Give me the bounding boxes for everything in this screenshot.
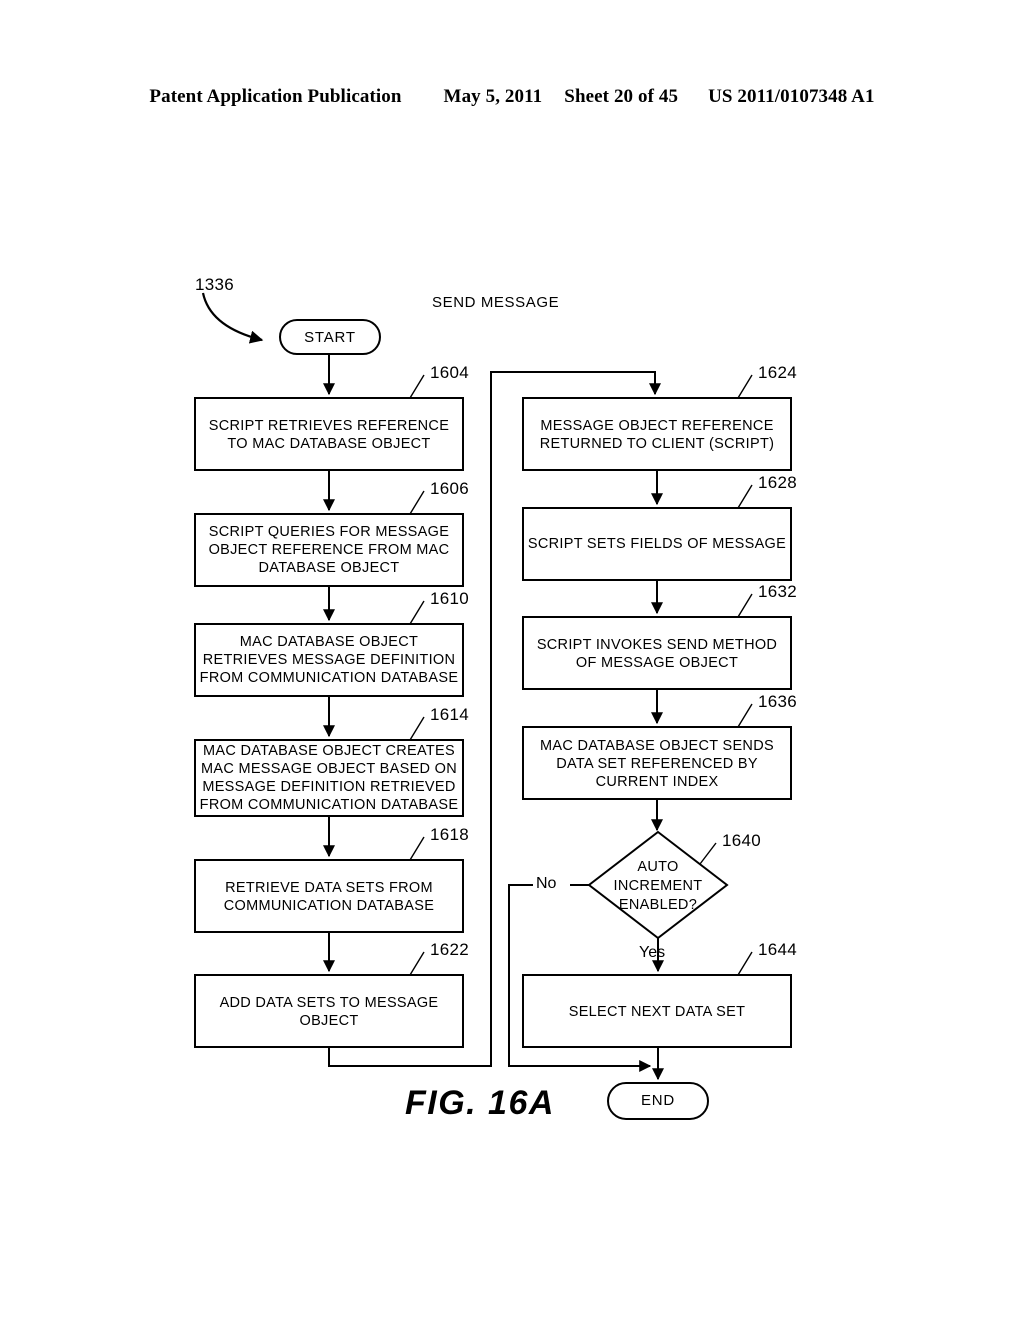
leader-1618 <box>409 836 425 861</box>
leader-1632 <box>737 593 753 618</box>
box-1632-label: SCRIPT INVOKES SEND METHOD OF MESSAGE OB… <box>536 637 778 671</box>
ref-1628: 1628 <box>758 473 798 492</box>
box-1606-label: SCRIPT QUERIES FOR MESSAGE OBJECT REFERE… <box>208 524 450 576</box>
leader-1636 <box>737 703 753 728</box>
leader-1628 <box>737 484 753 509</box>
branch-label-yes: Yes <box>639 944 666 961</box>
box-1610-label: MAC DATABASE OBJECT RETRIEVES MESSAGE DE… <box>199 634 459 686</box>
flowchart-figure: 1336 SEND MESSAGE START SCRIPT RETRIEVES… <box>0 0 1024 1320</box>
ref-1614: 1614 <box>430 705 470 724</box>
diamond-1640-label: AUTO INCREMENT ENABLED? <box>613 859 703 913</box>
box-1614-label: MAC DATABASE OBJECT CREATES MAC MESSAGE … <box>199 743 459 813</box>
box-1628-label: SCRIPT SETS FIELDS OF MESSAGE <box>527 536 787 552</box>
root-ref-leader <box>201 292 264 344</box>
box-1644-label: SELECT NEXT DATA SET <box>568 1004 746 1020</box>
leader-1610 <box>409 600 425 625</box>
box-1624-label: MESSAGE OBJECT REFERENCE RETURNED TO CLI… <box>539 418 775 452</box>
box-1636-label: MAC DATABASE OBJECT SENDS DATA SET REFER… <box>540 738 774 790</box>
ref-1610: 1610 <box>430 589 470 608</box>
ref-1618: 1618 <box>430 825 470 844</box>
ref-1624: 1624 <box>758 363 798 382</box>
branch-label-no: No <box>536 875 557 892</box>
conn-1622-to-1624 <box>328 371 661 1067</box>
box-1604-label: SCRIPT RETRIEVES REFERENCE TO MAC DATABA… <box>208 418 450 452</box>
ref-1606: 1606 <box>430 479 470 498</box>
ref-1640: 1640 <box>722 831 762 850</box>
leader-1624 <box>737 374 753 399</box>
figure-title: SEND MESSAGE <box>432 294 560 311</box>
box-1618-label: RETRIEVE DATA SETS FROM COMMUNICATION DA… <box>223 880 435 914</box>
ref-1636: 1636 <box>758 692 798 711</box>
leader-1644 <box>737 951 753 976</box>
box-1622-label: ADD DATA SETS TO MESSAGE OBJECT <box>219 995 439 1029</box>
end-terminator-label: END <box>640 1092 676 1109</box>
ref-1604: 1604 <box>430 363 470 382</box>
figure-caption: FIG. 16A <box>405 1084 555 1122</box>
leader-1606 <box>409 490 425 515</box>
leader-1604 <box>409 374 425 399</box>
start-terminator-label: START <box>304 329 356 346</box>
ref-1632: 1632 <box>758 582 798 601</box>
ref-1644: 1644 <box>758 940 798 959</box>
ref-1622: 1622 <box>430 940 470 959</box>
leader-1622 <box>409 951 425 976</box>
root-ref-number: 1336 <box>195 275 235 294</box>
leader-1614 <box>409 716 425 741</box>
